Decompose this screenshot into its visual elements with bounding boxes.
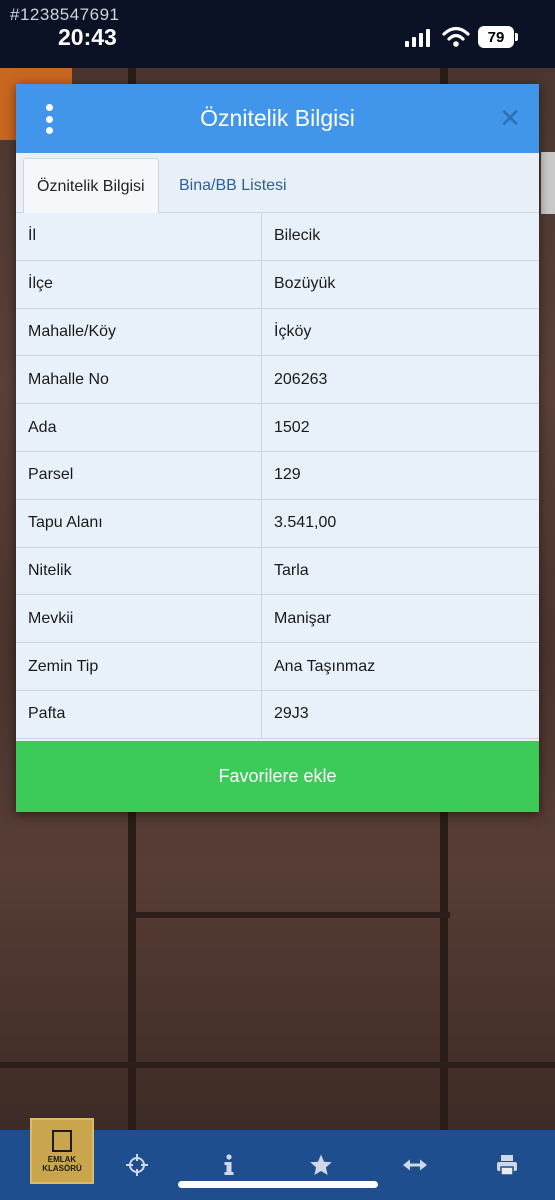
measure-icon[interactable] [402, 1152, 428, 1178]
attribute-value: 129 [274, 466, 301, 484]
crosshair-icon[interactable] [124, 1152, 150, 1178]
listing-id-watermark: #1238547691 [10, 5, 120, 24]
logo-mark-icon [52, 1129, 72, 1152]
table-row: Mahalle/Köy İçköy [16, 308, 539, 357]
battery-level: 79 [487, 28, 505, 46]
attribute-key: Nitelik [16, 547, 262, 595]
table-row: Zemin Tip Ana Taşınmaz [16, 643, 539, 691]
attribute-key: Tapu Alanı [16, 499, 262, 547]
star-icon[interactable] [308, 1152, 334, 1178]
attribute-value: 206263 [274, 370, 328, 388]
emlak-klasoru-logo: EMLAK KLASÖRÜ [30, 1118, 94, 1184]
map-parcel-line [0, 1062, 555, 1068]
wifi-icon [442, 26, 470, 47]
cellular-signal-icon [405, 29, 430, 47]
table-row: İl Bilecik [16, 213, 539, 261]
attribute-value: 1502 [274, 418, 310, 436]
logo-line2: KLASÖRÜ [42, 1163, 82, 1173]
attribute-value: Manişar [274, 609, 331, 627]
attribute-key: Mahalle/Köy [16, 308, 262, 356]
table-row: Tapu Alanı 3.541,00 [16, 499, 539, 548]
attribute-key: Zemin Tip [16, 643, 262, 690]
attribute-key: Mevkii [16, 595, 262, 643]
attribute-key: Ada [16, 404, 262, 451]
tab-building-list[interactable]: Bina/BB Listesi [166, 158, 300, 214]
add-to-favorites-button[interactable]: Favorilere ekle [16, 741, 539, 812]
dialog-title: Öznitelik Bilgisi [200, 105, 355, 131]
table-row: Mevkii Manişar [16, 595, 539, 644]
attribute-key: Parsel [16, 451, 262, 499]
attribute-key: Mahalle No [16, 356, 262, 404]
table-row: İlçe Bozüyük [16, 260, 539, 309]
close-icon[interactable]: ✕ [499, 104, 521, 132]
attribute-value: Tarla [274, 561, 309, 579]
dialog-header: Öznitelik Bilgisi ✕ [16, 84, 539, 153]
logo-line1: EMLAK [47, 1154, 77, 1164]
battery-icon: 79 [478, 26, 514, 48]
info-icon[interactable] [216, 1152, 242, 1178]
home-indicator[interactable] [178, 1181, 378, 1188]
attribute-key: Pafta [16, 690, 262, 738]
battery-tip [515, 33, 518, 41]
table-row: Ada 1502 [16, 404, 539, 452]
print-icon[interactable] [494, 1152, 520, 1178]
table-row: Mahalle No 206263 [16, 356, 539, 405]
attribute-value: Bilecik [274, 227, 321, 245]
attribute-value: Bozüyük [274, 275, 336, 293]
attribute-key: İlçe [16, 260, 262, 308]
attribute-value: İçköy [274, 322, 312, 340]
map-scroll-handle[interactable] [541, 152, 555, 214]
table-row: Parsel 129 [16, 451, 539, 500]
status-time: 20:43 [58, 24, 117, 50]
attribute-value: Ana Taşınmaz [274, 657, 376, 675]
tab-attribute-info[interactable]: Öznitelik Bilgisi [23, 158, 159, 214]
attribute-value: 29J3 [274, 705, 309, 723]
dialog-tabs: Öznitelik Bilgisi Bina/BB Listesi [16, 153, 539, 214]
attribute-table: İl Bilecik İlçe Bozüyük Mahalle/Köy İçkö… [16, 213, 539, 739]
table-row: Nitelik Tarla [16, 547, 539, 596]
status-bar: #1238547691 20:43 79 [0, 0, 555, 68]
map-parcel-line [130, 912, 450, 918]
attribute-info-dialog: Öznitelik Bilgisi ✕ Öznitelik Bilgisi Bi… [16, 84, 539, 812]
attribute-key: İl [16, 213, 262, 260]
table-row: Pafta 29J3 [16, 690, 539, 739]
attribute-value: 3.541,00 [274, 514, 337, 532]
